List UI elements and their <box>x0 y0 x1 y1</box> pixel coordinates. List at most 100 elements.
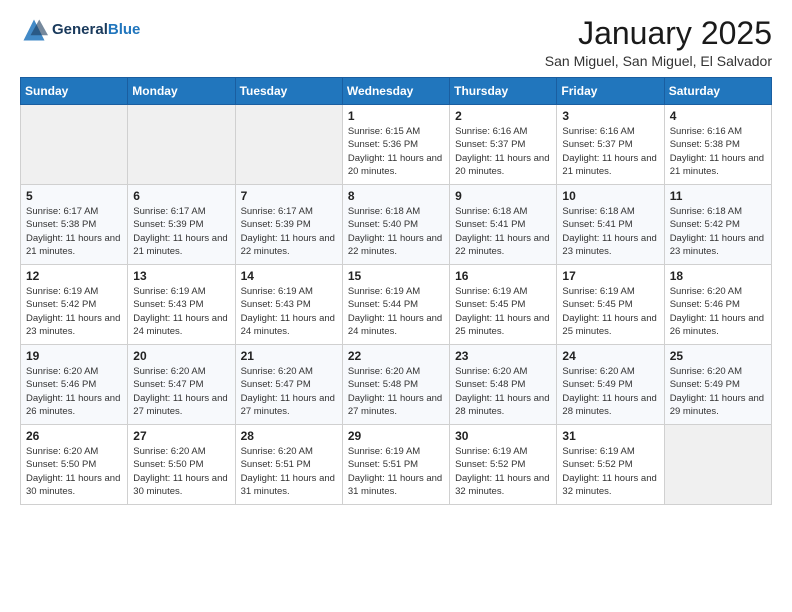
calendar-cell: 18 Sunrise: 6:20 AMSunset: 5:46 PMDayligh… <box>664 265 771 345</box>
calendar-cell: 16 Sunrise: 6:19 AMSunset: 5:45 PMDayligh… <box>450 265 557 345</box>
calendar-cell: 10 Sunrise: 6:18 AMSunset: 5:41 PMDayligh… <box>557 185 664 265</box>
day-number: 7 <box>241 189 338 203</box>
day-number: 10 <box>562 189 659 203</box>
day-number: 31 <box>562 429 659 443</box>
day-info: Sunrise: 6:19 AMSunset: 5:43 PMDaylight:… <box>133 285 230 338</box>
day-number: 2 <box>455 109 552 123</box>
day-number: 12 <box>26 269 123 283</box>
day-info: Sunrise: 6:19 AMSunset: 5:52 PMDaylight:… <box>562 445 659 498</box>
logo-text: GeneralBlue <box>52 21 140 39</box>
calendar-cell: 22 Sunrise: 6:20 AMSunset: 5:48 PMDayligh… <box>342 345 449 425</box>
calendar-cell: 31 Sunrise: 6:19 AMSunset: 5:52 PMDayligh… <box>557 425 664 505</box>
day-number: 29 <box>348 429 445 443</box>
day-number: 5 <box>26 189 123 203</box>
day-number: 27 <box>133 429 230 443</box>
day-info: Sunrise: 6:20 AMSunset: 5:50 PMDaylight:… <box>133 445 230 498</box>
calendar-cell: 7 Sunrise: 6:17 AMSunset: 5:39 PMDaylight… <box>235 185 342 265</box>
calendar-cell: 2 Sunrise: 6:16 AMSunset: 5:37 PMDaylight… <box>450 105 557 185</box>
day-info: Sunrise: 6:20 AMSunset: 5:50 PMDaylight:… <box>26 445 123 498</box>
day-info: Sunrise: 6:19 AMSunset: 5:44 PMDaylight:… <box>348 285 445 338</box>
day-number: 22 <box>348 349 445 363</box>
calendar-cell <box>21 105 128 185</box>
day-number: 21 <box>241 349 338 363</box>
day-number: 26 <box>26 429 123 443</box>
calendar-cell: 12 Sunrise: 6:19 AMSunset: 5:42 PMDayligh… <box>21 265 128 345</box>
day-number: 11 <box>670 189 767 203</box>
title-block: January 2025 San Miguel, San Miguel, El … <box>545 16 772 69</box>
calendar-cell: 19 Sunrise: 6:20 AMSunset: 5:46 PMDayligh… <box>21 345 128 425</box>
calendar-table: SundayMondayTuesdayWednesdayThursdayFrid… <box>20 77 772 505</box>
calendar-cell: 21 Sunrise: 6:20 AMSunset: 5:47 PMDayligh… <box>235 345 342 425</box>
day-info: Sunrise: 6:19 AMSunset: 5:42 PMDaylight:… <box>26 285 123 338</box>
day-info: Sunrise: 6:19 AMSunset: 5:51 PMDaylight:… <box>348 445 445 498</box>
calendar-cell <box>664 425 771 505</box>
calendar-cell: 13 Sunrise: 6:19 AMSunset: 5:43 PMDayligh… <box>128 265 235 345</box>
day-number: 18 <box>670 269 767 283</box>
weekday-header-tuesday: Tuesday <box>235 78 342 105</box>
day-number: 30 <box>455 429 552 443</box>
day-info: Sunrise: 6:16 AMSunset: 5:37 PMDaylight:… <box>455 125 552 178</box>
day-info: Sunrise: 6:18 AMSunset: 5:41 PMDaylight:… <box>562 205 659 258</box>
day-number: 25 <box>670 349 767 363</box>
day-info: Sunrise: 6:17 AMSunset: 5:39 PMDaylight:… <box>133 205 230 258</box>
weekday-header-thursday: Thursday <box>450 78 557 105</box>
calendar-cell: 25Sunrise: 6:20 AMSunset: 5:49 PMDayligh… <box>664 345 771 425</box>
calendar-title: January 2025 <box>545 16 772 51</box>
calendar-cell: 8 Sunrise: 6:18 AMSunset: 5:40 PMDaylight… <box>342 185 449 265</box>
day-info: Sunrise: 6:18 AMSunset: 5:41 PMDaylight:… <box>455 205 552 258</box>
day-info: Sunrise: 6:16 AMSunset: 5:37 PMDaylight:… <box>562 125 659 178</box>
day-number: 16 <box>455 269 552 283</box>
logo-general: General <box>52 21 108 38</box>
calendar-cell: 5 Sunrise: 6:17 AMSunset: 5:38 PMDaylight… <box>21 185 128 265</box>
day-info: Sunrise: 6:20 AMSunset: 5:47 PMDaylight:… <box>133 365 230 418</box>
day-number: 3 <box>562 109 659 123</box>
calendar-cell: 24 Sunrise: 6:20 AMSunset: 5:49 PMDayligh… <box>557 345 664 425</box>
day-number: 8 <box>348 189 445 203</box>
calendar-cell: 9Sunrise: 6:18 AMSunset: 5:41 PMDaylight… <box>450 185 557 265</box>
day-number: 6 <box>133 189 230 203</box>
day-info: Sunrise: 6:20 AMSunset: 5:48 PMDaylight:… <box>348 365 445 418</box>
calendar-subtitle: San Miguel, San Miguel, El Salvador <box>545 53 772 69</box>
day-info: Sunrise: 6:20 AMSunset: 5:46 PMDaylight:… <box>670 285 767 338</box>
day-info: Sunrise: 6:20 AMSunset: 5:49 PMDaylight:… <box>562 365 659 418</box>
weekday-header-saturday: Saturday <box>664 78 771 105</box>
calendar-cell: 23Sunrise: 6:20 AMSunset: 5:48 PMDayligh… <box>450 345 557 425</box>
day-number: 19 <box>26 349 123 363</box>
day-info: Sunrise: 6:20 AMSunset: 5:48 PMDaylight:… <box>455 365 552 418</box>
day-info: Sunrise: 6:20 AMSunset: 5:46 PMDaylight:… <box>26 365 123 418</box>
day-number: 1 <box>348 109 445 123</box>
day-number: 28 <box>241 429 338 443</box>
calendar-cell: 11 Sunrise: 6:18 AMSunset: 5:42 PMDayligh… <box>664 185 771 265</box>
day-info: Sunrise: 6:19 AMSunset: 5:45 PMDaylight:… <box>455 285 552 338</box>
day-number: 17 <box>562 269 659 283</box>
header: GeneralBlue January 2025 San Miguel, San… <box>20 16 772 69</box>
day-info: Sunrise: 6:19 AMSunset: 5:43 PMDaylight:… <box>241 285 338 338</box>
calendar-cell <box>235 105 342 185</box>
weekday-header-wednesday: Wednesday <box>342 78 449 105</box>
weekday-header-friday: Friday <box>557 78 664 105</box>
day-info: Sunrise: 6:19 AMSunset: 5:45 PMDaylight:… <box>562 285 659 338</box>
calendar-cell: 17 Sunrise: 6:19 AMSunset: 5:45 PMDayligh… <box>557 265 664 345</box>
logo-blue: Blue <box>108 21 141 38</box>
day-info: Sunrise: 6:15 AMSunset: 5:36 PMDaylight:… <box>348 125 445 178</box>
day-info: Sunrise: 6:20 AMSunset: 5:47 PMDaylight:… <box>241 365 338 418</box>
day-number: 13 <box>133 269 230 283</box>
day-info: Sunrise: 6:19 AMSunset: 5:52 PMDaylight:… <box>455 445 552 498</box>
day-number: 24 <box>562 349 659 363</box>
day-info: Sunrise: 6:17 AMSunset: 5:39 PMDaylight:… <box>241 205 338 258</box>
logo-icon <box>20 16 48 44</box>
calendar-cell: 30 Sunrise: 6:19 AMSunset: 5:52 PMDayligh… <box>450 425 557 505</box>
calendar-cell: 20 Sunrise: 6:20 AMSunset: 5:47 PMDayligh… <box>128 345 235 425</box>
calendar-cell: 4Sunrise: 6:16 AMSunset: 5:38 PMDaylight… <box>664 105 771 185</box>
day-info: Sunrise: 6:17 AMSunset: 5:38 PMDaylight:… <box>26 205 123 258</box>
weekday-header-sunday: Sunday <box>21 78 128 105</box>
calendar-cell: 6 Sunrise: 6:17 AMSunset: 5:39 PMDaylight… <box>128 185 235 265</box>
day-info: Sunrise: 6:18 AMSunset: 5:40 PMDaylight:… <box>348 205 445 258</box>
day-number: 20 <box>133 349 230 363</box>
logo: GeneralBlue <box>20 16 140 44</box>
day-number: 15 <box>348 269 445 283</box>
day-info: Sunrise: 6:18 AMSunset: 5:42 PMDaylight:… <box>670 205 767 258</box>
day-number: 14 <box>241 269 338 283</box>
calendar-cell: 27 Sunrise: 6:20 AMSunset: 5:50 PMDayligh… <box>128 425 235 505</box>
day-info: Sunrise: 6:20 AMSunset: 5:51 PMDaylight:… <box>241 445 338 498</box>
